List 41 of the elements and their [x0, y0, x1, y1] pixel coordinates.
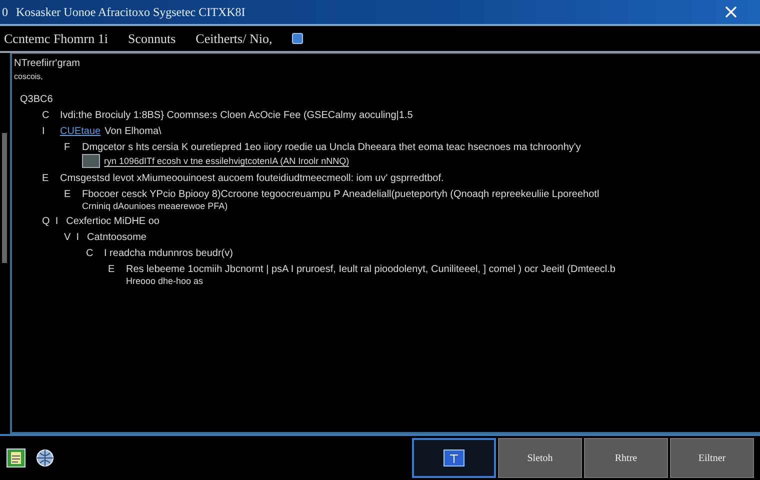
window-number: 0: [2, 4, 8, 20]
tree-text: Ivdi:the Brociuly 1:8BS} Coomnse:s Cloen AcOcie Fee (GSECalmy aoculing|1.5: [60, 110, 413, 121]
tree-marker: F: [64, 142, 72, 155]
panel-heading: NTreefiirr'gram: [13, 58, 81, 69]
tree-detail: ryn 1096dITf ecosh v tne essilehvigtcotenIA (AN Iroolr nNNQ): [104, 156, 350, 166]
tree-marker: C: [42, 110, 50, 121]
globe-icon[interactable]: [34, 447, 56, 469]
window-title: Kosasker Uonoe Afracitoxo Sygsetec CITXK8I: [16, 4, 246, 20]
tree-text: Catntoosome: [87, 232, 146, 243]
tree-text: Dmgcetor s hts cersia K ouretiepred 1eo iiory roedie ua Uncla Dheeara thet eoma teac hsecnoes ma tchroonhy'y: [82, 142, 581, 153]
taskbar-button[interactable]: Rhtre: [584, 438, 668, 478]
tree-marker: E: [42, 173, 50, 184]
tree-marker: I: [42, 126, 46, 137]
tree-text: Von Elhoma\: [104, 126, 162, 137]
menu-item[interactable]: Sconnuts: [128, 30, 176, 46]
tree-marker: E: [64, 189, 72, 202]
tree-text: Fbocoer cesck YPcio Bpiooy 8)Ccroone tegoocreuampu P Aneadeliall(pueteportyh (Qnoaqh repreekeuliie Lporeehotl: [82, 189, 600, 200]
tree-link[interactable]: CUEtaue: [60, 126, 101, 137]
menu-item[interactable]: Ccntemc Fhomrn 1i: [4, 30, 108, 46]
tree-marker: Q I: [42, 216, 58, 227]
notepad-icon[interactable]: [6, 448, 26, 468]
tree-detail: Crniniq dAounioes meaerewoe PFA): [82, 201, 228, 211]
tree-text: Q3BC6: [20, 94, 53, 105]
taskbar-button[interactable]: Sletoh: [498, 438, 582, 478]
close-icon[interactable]: [724, 5, 738, 19]
tree-marker: V I: [64, 232, 80, 243]
taskbar-button[interactable]: [412, 438, 496, 478]
panel-subheading: coscois,: [13, 72, 44, 81]
taskbar-button[interactable]: Eiltner: [670, 438, 754, 478]
thumbnail-icon: [82, 154, 100, 168]
tree-text: I readcha mdunnros beudr(v): [104, 248, 233, 259]
window-icon: [443, 449, 465, 467]
tree-text: Cexfertioc MiDHE oo: [66, 216, 160, 227]
menu-item[interactable]: Ceitherts/ Nio,: [196, 30, 272, 46]
tree-text: Res lebeeme 1ocmiih Jbcnornt | psA I pruroesf, Ieult ral pioodolenyt, Cuniliteeel, ] comel ) ocr Jeeitl (Dmteecl.b: [126, 264, 616, 275]
tree-marker: E: [108, 264, 116, 277]
tree-marker: C: [86, 248, 94, 259]
scrollbar-drawing[interactable]: [2, 133, 7, 263]
tree-detail: Hreooo dhe-hoo as: [126, 276, 204, 286]
square-icon[interactable]: [292, 33, 304, 44]
tree-text: Cmsgestsd levot xMiumeoouinoest aucoem fouteidiudtmeecmeoll: iom uv' gsprredtbof.: [60, 173, 444, 184]
